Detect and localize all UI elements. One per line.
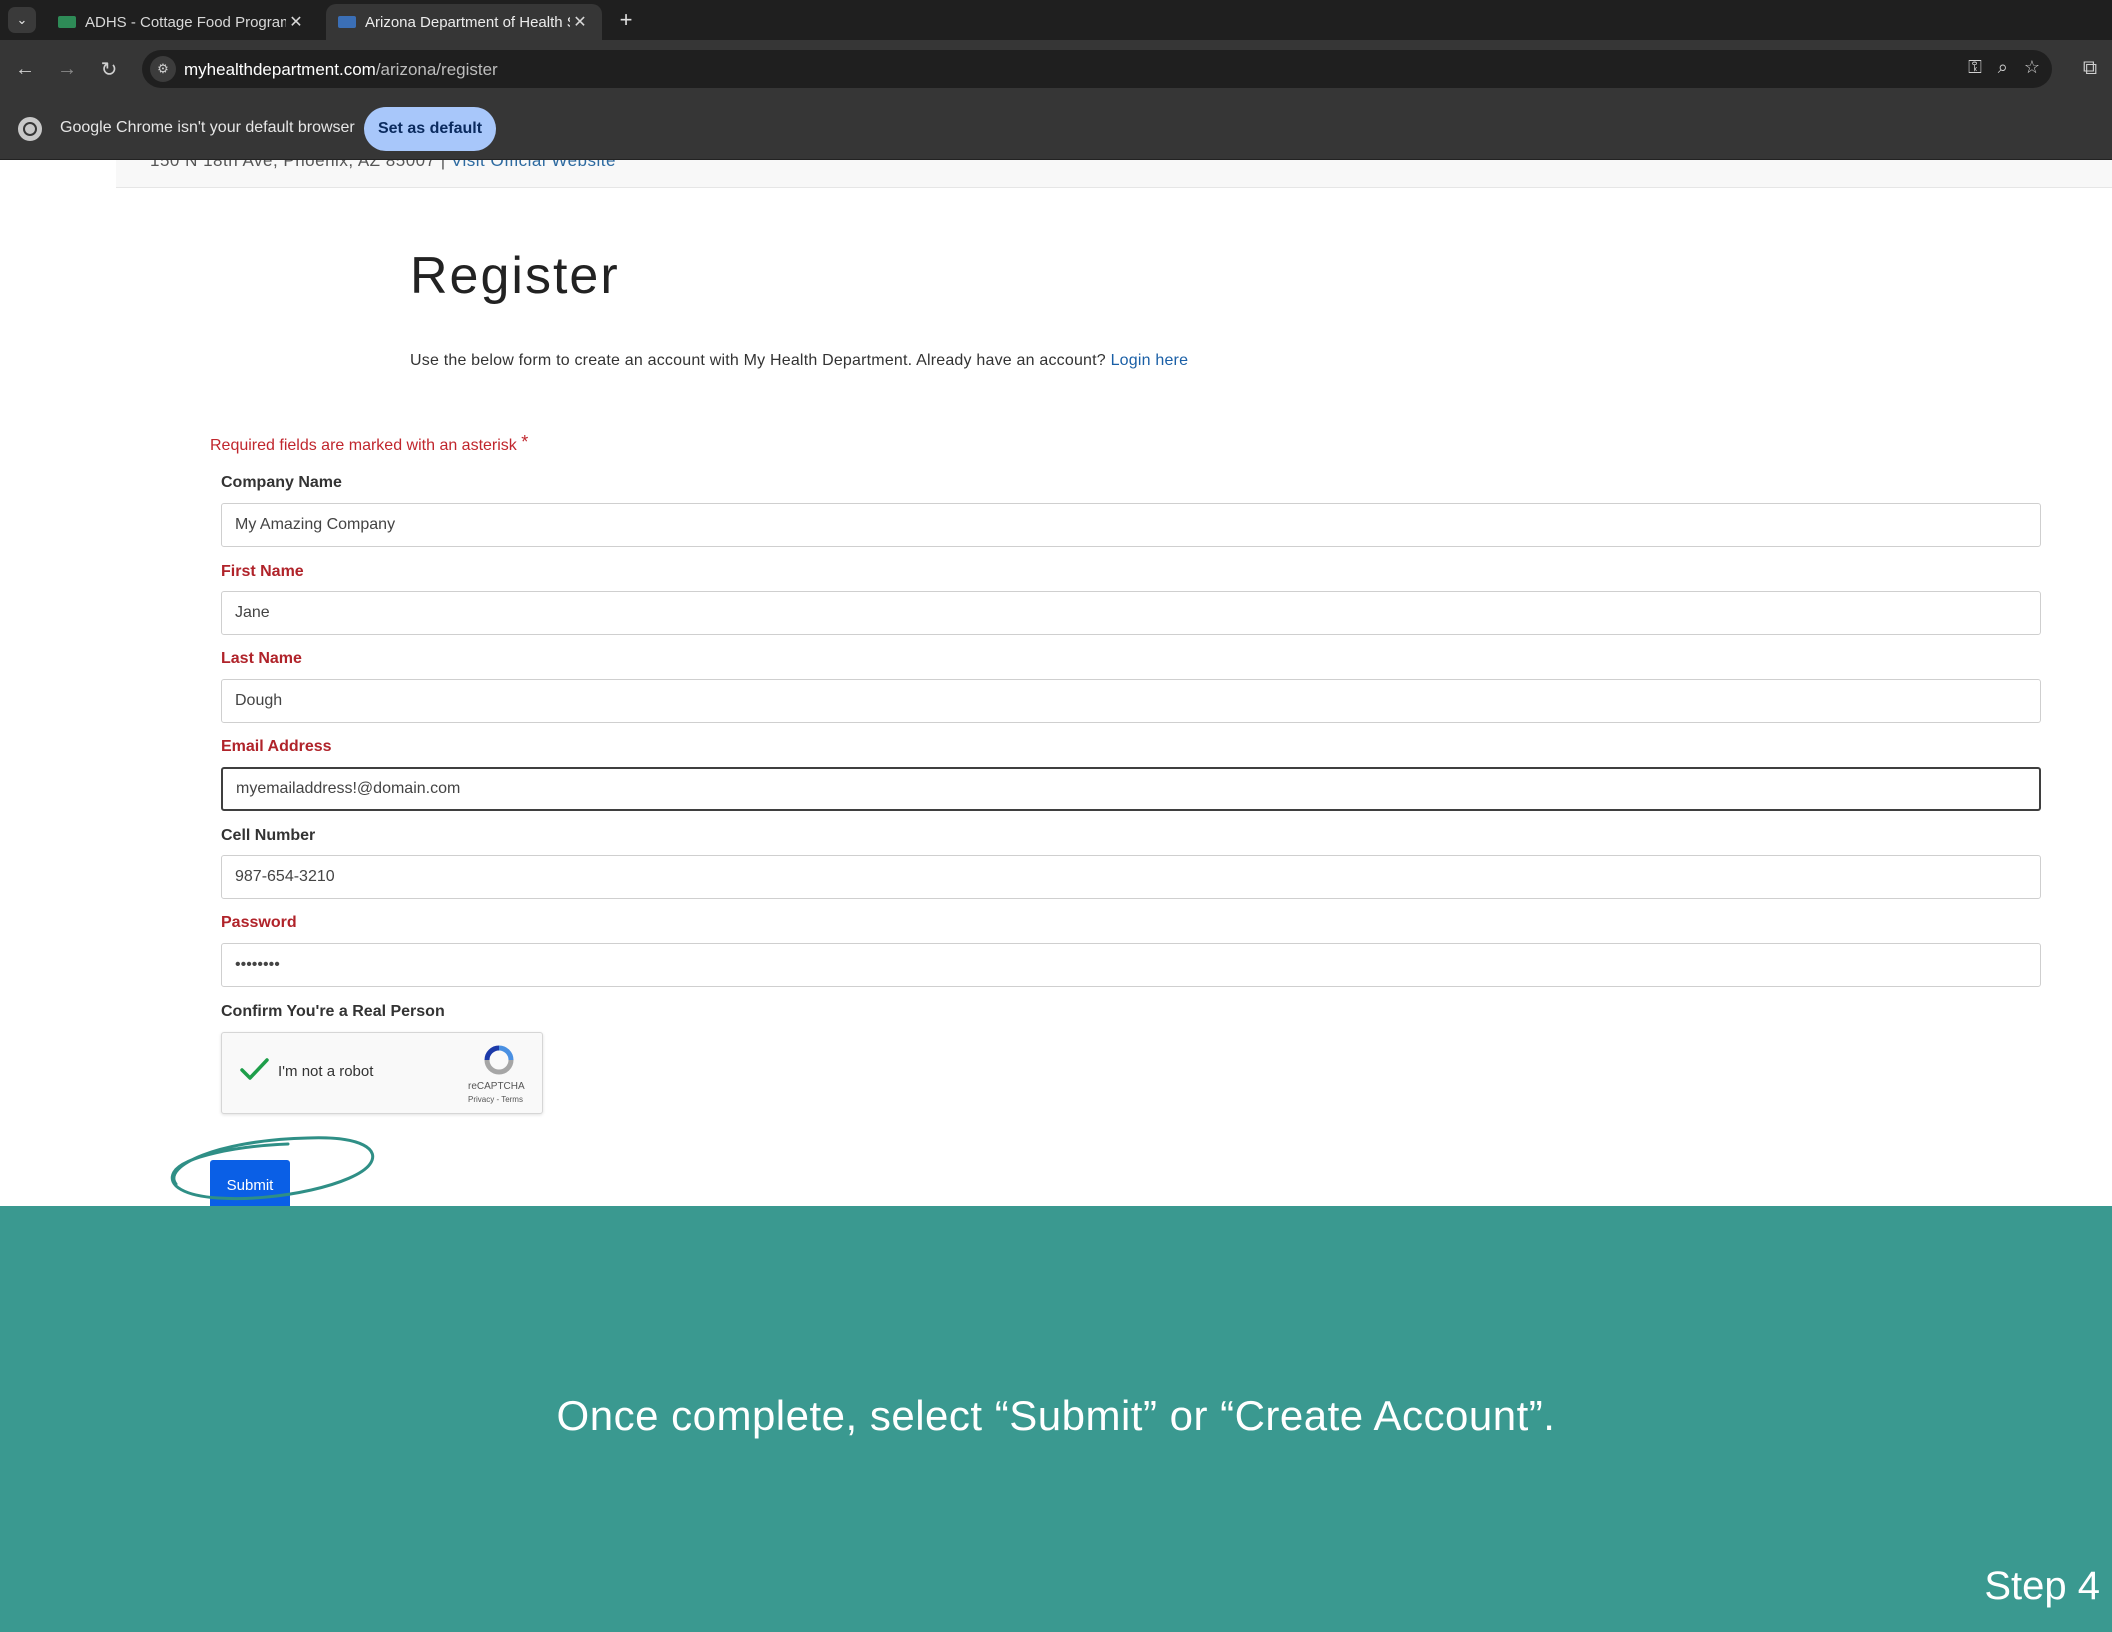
address-toolbar: ← → ↻ ⚙ myhealthdepartment.com/arizona/r… (0, 40, 2112, 98)
url-text[interactable]: myhealthdepartment.com/arizona/register (184, 60, 498, 80)
intro-text: Use the below form to create an account … (410, 352, 1188, 370)
url-path: /arizona/register (375, 60, 498, 79)
first-name-input[interactable] (221, 591, 2041, 635)
cell-number-label: Cell Number (221, 827, 316, 844)
password-input[interactable] (221, 943, 2041, 987)
extensions-puzzle-icon[interactable]: ⧉ (2076, 54, 2104, 82)
last-name-label: Last Name (221, 650, 302, 667)
checkmark-icon[interactable] (238, 1053, 270, 1085)
forward-arrow-icon[interactable]: → (52, 54, 82, 84)
login-link[interactable]: Login here (1111, 352, 1189, 369)
company-name-input[interactable] (221, 503, 2041, 547)
zoom-icon[interactable]: ⌕ (1998, 57, 2008, 78)
password-key-icon[interactable]: ⚿ (1968, 57, 1982, 78)
bookmark-star-icon[interactable]: ☆ (2024, 57, 2040, 78)
chrome-logo-icon (18, 117, 42, 141)
email-label: Email Address (221, 738, 332, 755)
tab-adhs-cottage-food[interactable]: ADHS - Cottage Food Program ✕ (46, 4, 318, 40)
official-website-link[interactable]: Visit Official Website (451, 160, 616, 170)
required-fields-note: Required fields are marked with an aster… (210, 432, 528, 455)
tab-title: Arizona Department of Health Services (365, 13, 570, 31)
address-bar[interactable]: ⚙ myhealthdepartment.com/arizona/registe… (142, 50, 2052, 88)
required-note-text: Required fields are marked with an aster… (210, 437, 517, 454)
recaptcha-widget[interactable]: I'm not a robot reCAPTCHA Privacy - Term… (221, 1032, 543, 1114)
recaptcha-brand: reCAPTCHA (468, 1081, 525, 1092)
register-page: 150 N 18th Ave, Phoenix, AZ 85007 | Visi… (0, 160, 2112, 1206)
last-name-input[interactable] (221, 679, 2041, 723)
tab-arizona-dept-health[interactable]: Arizona Department of Health Services ✕ (326, 4, 602, 40)
cell-number-input[interactable] (221, 855, 2041, 899)
tab-search-icon[interactable]: ⌄ (8, 7, 36, 33)
page-title: Register (410, 247, 620, 305)
not-a-robot-label: I'm not a robot (278, 1063, 374, 1080)
tab-title: ADHS - Cottage Food Program (85, 13, 286, 31)
submit-button[interactable]: Submit (210, 1160, 290, 1206)
company-name-label: Company Name (221, 474, 342, 491)
azdhs-favicon-icon (338, 16, 356, 28)
instruction-text: Once complete, select “Submit” or “Creat… (556, 1392, 1556, 1439)
required-asterisk: * (521, 432, 529, 452)
close-tab-icon[interactable]: ✕ (286, 12, 306, 32)
step-label: Step 4 (1984, 1564, 2100, 1608)
close-tab-icon[interactable]: ✕ (570, 12, 590, 32)
browser-tab-strip: ⌄ ADHS - Cottage Food Program ✕ Arizona … (0, 0, 2112, 40)
infobar-message: Google Chrome isn't your default browser (60, 119, 355, 136)
default-browser-infobar: Google Chrome isn't your default browser (0, 98, 2112, 160)
password-label: Password (221, 914, 297, 931)
instruction-panel: Once complete, select “Submit” or “Creat… (0, 1206, 2112, 1632)
site-settings-icon[interactable]: ⚙ (150, 56, 176, 82)
site-header-strip: 150 N 18th Ave, Phoenix, AZ 85007 | Visi… (116, 160, 2112, 188)
captcha-section-label: Confirm You're a Real Person (221, 1003, 445, 1020)
url-host: myhealthdepartment.com (184, 60, 376, 79)
recaptcha-logo-icon (484, 1045, 514, 1075)
new-tab-plus-icon[interactable]: + (612, 6, 640, 34)
first-name-label: First Name (221, 563, 304, 580)
recaptcha-privacy-terms[interactable]: Privacy - Terms (468, 1095, 523, 1104)
set-as-default-button[interactable]: Set as default (364, 107, 496, 151)
back-arrow-icon[interactable]: ← (10, 54, 40, 84)
reload-icon[interactable]: ↻ (94, 54, 124, 84)
header-address: 150 N 18th Ave, Phoenix, AZ 85007 | (150, 160, 446, 170)
intro-sentence: Use the below form to create an account … (410, 352, 1106, 369)
email-input[interactable] (221, 767, 2041, 811)
adhs-favicon-icon (58, 16, 76, 28)
